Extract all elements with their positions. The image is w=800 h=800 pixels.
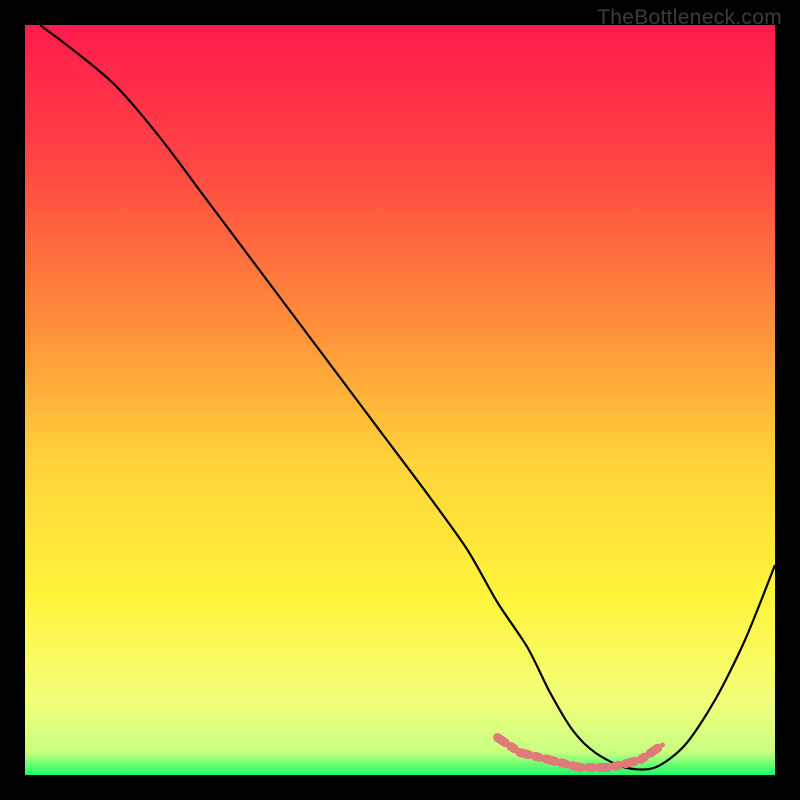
chart-background: [25, 25, 775, 775]
watermark-text: TheBottleneck.com: [597, 6, 782, 30]
chart-plot-area: [25, 25, 775, 775]
